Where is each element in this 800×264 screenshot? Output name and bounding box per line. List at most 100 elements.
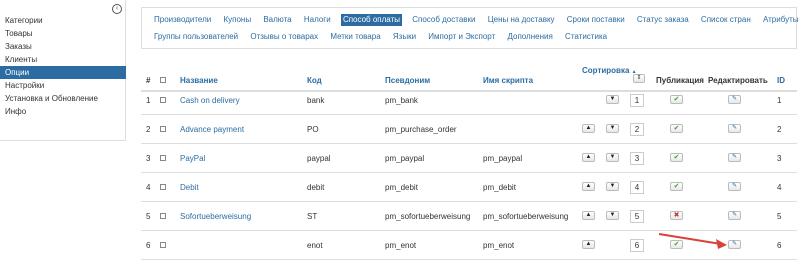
col-edit: Редактировать <box>708 76 768 85</box>
tab-country-list[interactable]: Список стран <box>699 14 753 26</box>
row-checkbox[interactable] <box>160 242 166 248</box>
col-alias[interactable]: Псевдоним <box>385 76 430 85</box>
order-input[interactable]: 3 <box>630 152 644 165</box>
published-icon[interactable]: ✔ <box>670 124 683 133</box>
tab-coupons[interactable]: Купоны <box>221 14 253 26</box>
tab-user-groups[interactable]: Группы пользователей <box>152 31 240 43</box>
row-script: pm_enot <box>483 241 515 250</box>
row-checkbox[interactable] <box>160 184 166 190</box>
sidebar-item-orders[interactable]: Заказы <box>0 40 126 53</box>
sidebar-item-categories[interactable]: Категории <box>0 14 126 27</box>
edit-icon[interactable]: ✎ <box>728 182 741 191</box>
row-code: ST <box>307 212 318 221</box>
edit-icon[interactable]: ✎ <box>728 124 741 133</box>
tab-addons[interactable]: Дополнения <box>505 31 554 43</box>
row-name-link[interactable]: Debit <box>180 183 199 192</box>
order-input[interactable]: 1 <box>630 94 644 107</box>
tab-product-labels[interactable]: Метки товара <box>328 31 382 43</box>
tab-manufacturers[interactable]: Производители <box>152 14 213 26</box>
row-num: 1 <box>146 96 151 105</box>
row-id: 2 <box>777 125 782 134</box>
row-num: 4 <box>146 183 151 192</box>
tab-payment-method[interactable]: Способ оплаты <box>340 14 402 26</box>
tab-currency[interactable]: Валюта <box>261 14 293 26</box>
row-name-link[interactable]: Cash on delivery <box>180 96 240 105</box>
edit-icon[interactable]: ✎ <box>728 211 741 220</box>
published-icon[interactable]: ✔ <box>670 153 683 162</box>
sidebar-item-clients[interactable]: Клиенты <box>0 53 126 66</box>
move-up-icon[interactable]: ▲ <box>582 240 595 249</box>
col-id[interactable]: ID <box>777 76 785 85</box>
save-order-icon[interactable]: ⇕ <box>633 74 645 83</box>
row-code: debit <box>307 183 325 192</box>
col-code[interactable]: Код <box>307 76 322 85</box>
sidebar-item-install-update[interactable]: Установка и Обновление <box>0 92 126 105</box>
sidebar-item-info[interactable]: Инфо <box>0 105 126 118</box>
move-up-icon[interactable]: ▲ <box>582 153 595 162</box>
move-up-icon[interactable]: ▲ <box>582 124 595 133</box>
published-icon[interactable]: ✔ <box>670 182 683 191</box>
move-down-icon[interactable]: ▼ <box>606 124 619 133</box>
table-row: 5 Sofortueberweisung ST pm_sofortueberwe… <box>141 202 797 231</box>
row-num: 5 <box>146 212 151 221</box>
order-input[interactable]: 4 <box>630 181 644 194</box>
row-name-link[interactable]: Sofortueberweisung <box>180 212 251 221</box>
tab-product-reviews[interactable]: Отзывы о товарах <box>248 31 320 43</box>
row-checkbox[interactable] <box>160 155 166 161</box>
tab-taxes[interactable]: Налоги <box>302 14 333 26</box>
row-checkbox[interactable] <box>160 97 166 103</box>
order-input[interactable]: 2 <box>630 123 644 136</box>
row-num: 2 <box>146 125 151 134</box>
move-down-icon[interactable]: ▼ <box>606 153 619 162</box>
row-code: PO <box>307 125 319 134</box>
row-checkbox[interactable] <box>160 213 166 219</box>
row-alias: pm_enot <box>385 241 417 250</box>
row-alias: pm_paypal <box>385 154 425 163</box>
table-row: 2 Advance payment PO pm_purchase_order ▲… <box>141 115 797 144</box>
tab-shipping-prices[interactable]: Цены на доставку <box>486 14 557 26</box>
unpublished-icon[interactable]: ✖ <box>670 211 683 220</box>
row-code: bank <box>307 96 325 105</box>
tab-statistics[interactable]: Статистика <box>563 31 609 43</box>
col-script[interactable]: Имя скрипта <box>483 76 533 85</box>
tab-languages[interactable]: Языки <box>391 31 418 43</box>
move-up-icon[interactable]: ▲ <box>582 182 595 191</box>
col-sort-label: Сортировка <box>582 66 630 75</box>
edit-icon[interactable]: ✎ <box>728 153 741 162</box>
row-alias: pm_debit <box>385 183 418 192</box>
row-name-link[interactable]: PayPal <box>180 154 205 163</box>
col-sort[interactable]: Сортировка ▲ <box>582 66 637 75</box>
move-up-icon[interactable]: ▲ <box>582 211 595 220</box>
row-script: pm_paypal <box>483 154 523 163</box>
row-id: 6 <box>777 241 782 250</box>
order-input[interactable]: 6 <box>630 239 644 252</box>
move-down-icon[interactable]: ▼ <box>606 211 619 220</box>
tab-delivery-times[interactable]: Сроки поставки <box>565 14 627 26</box>
table-row: 1 Cash on delivery bank pm_bank ▼ 1 ✔ ✎ … <box>141 86 797 115</box>
tab-order-status[interactable]: Статус заказа <box>635 14 691 26</box>
select-all-checkbox[interactable] <box>160 77 166 83</box>
row-id: 4 <box>777 183 782 192</box>
move-down-icon[interactable]: ▼ <box>606 182 619 191</box>
tab-attributes[interactable]: Атрибуты <box>761 14 800 26</box>
sidebar-item-products[interactable]: Товары <box>0 27 126 40</box>
sidebar: ‹ Категории Товары Заказы Клиенты Опции … <box>0 0 126 141</box>
row-name-link[interactable]: Advance payment <box>180 125 244 134</box>
sidebar-item-options[interactable]: Опции <box>0 66 126 79</box>
published-icon[interactable]: ✔ <box>670 95 683 104</box>
red-arrow-icon <box>658 233 727 249</box>
table-row: 3 PayPal paypal pm_paypal pm_paypal ▲ ▼ … <box>141 144 797 173</box>
row-id: 1 <box>777 96 782 105</box>
sidebar-item-settings[interactable]: Настройки <box>0 79 126 92</box>
row-script: pm_sofortueberweisung <box>483 212 569 221</box>
chevron-left-icon[interactable]: ‹ <box>112 4 122 14</box>
edit-icon[interactable]: ✎ <box>728 95 741 104</box>
col-name[interactable]: Название <box>180 76 218 85</box>
order-input[interactable]: 5 <box>630 210 644 223</box>
move-down-icon[interactable]: ▼ <box>606 95 619 104</box>
tab-import-export[interactable]: Импорт и Экспорт <box>426 31 497 43</box>
row-alias: pm_sofortueberweisung <box>385 212 471 221</box>
table-row: 4 Debit debit pm_debit pm_debit ▲ ▼ 4 ✔ … <box>141 173 797 202</box>
tab-shipping-method[interactable]: Способ доставки <box>410 14 477 26</box>
row-checkbox[interactable] <box>160 126 166 132</box>
